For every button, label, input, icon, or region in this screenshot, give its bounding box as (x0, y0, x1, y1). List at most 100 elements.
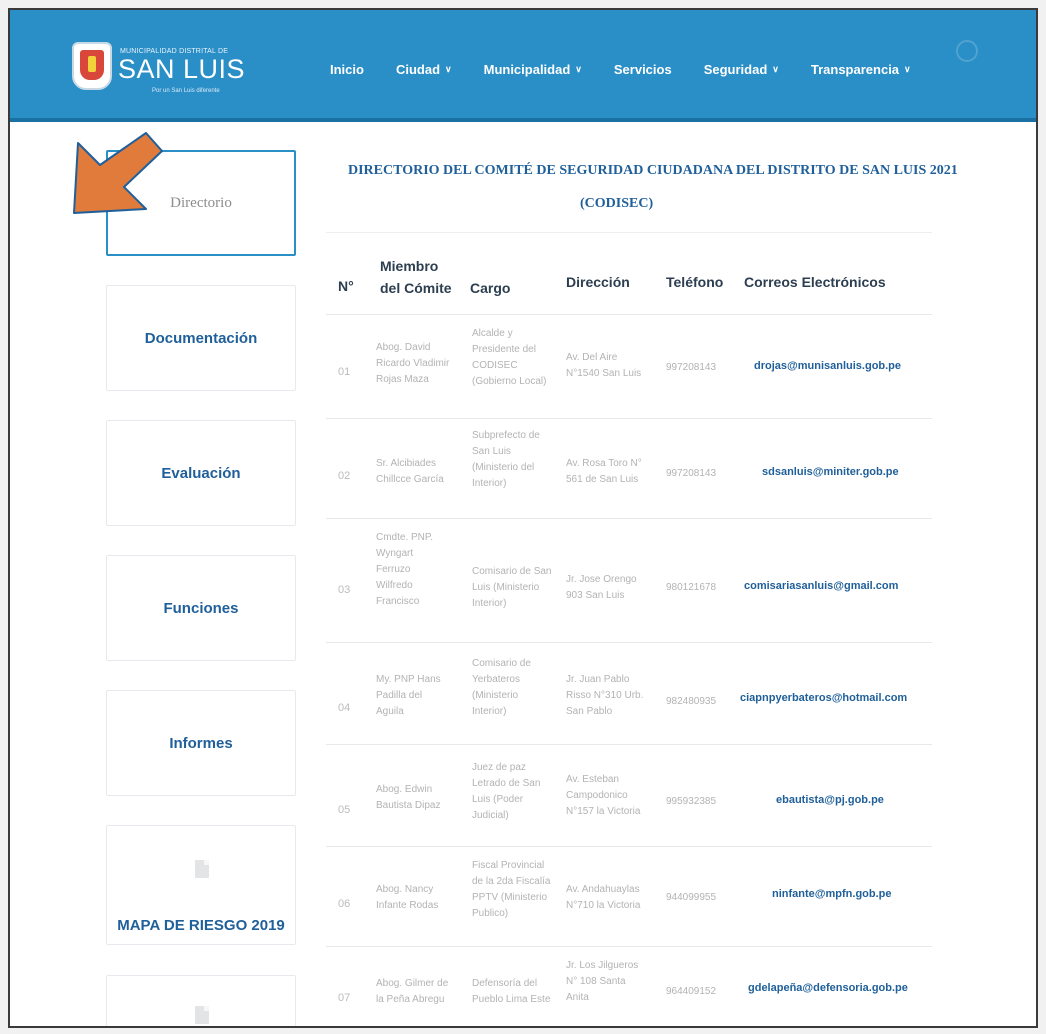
cell-line: 561 de San Luis (566, 474, 639, 485)
logo-name: SAN LUIS (118, 54, 246, 84)
cell-line: N°710 la Victoria (566, 900, 641, 911)
row-divider (326, 946, 932, 947)
cell-direccion: Av. Esteban Campodonico N°157 la Victori… (566, 772, 640, 820)
cell-line: Aguila (376, 706, 404, 717)
cell-member: My. PNP Hans Padilla del Aguila (376, 672, 441, 720)
sidebar-item-label: MAPA DE RIESGO 2019 (117, 917, 285, 934)
nav-item-ciudad[interactable]: Ciudad ∨ (396, 62, 452, 77)
cell-line: Wyngart (376, 548, 414, 559)
cell-member: Abog. David Ricardo Vladimir Rojas Maza (376, 340, 449, 388)
row-divider (326, 314, 932, 315)
page-title: DIRECTORIO DEL COMITÉ DE SEGURIDAD CIUDA… (348, 163, 958, 178)
cell-line: Yerbateros (472, 674, 520, 685)
cell-line: Padilla del (376, 690, 423, 701)
sidebar-item-label: Documentación (144, 329, 258, 347)
cell-line: My. PNP Hans (376, 674, 441, 685)
cell-telefono: 997208143 (666, 468, 717, 479)
nav-item-transparencia[interactable]: Transparencia ∨ (811, 62, 911, 77)
cell-member: Abog. Nancy Infante Rodas (376, 882, 438, 914)
cell-email[interactable]: ninfante@mpfn.gob.pe (772, 886, 892, 902)
cell-line: Abog. Edwin (376, 784, 433, 795)
cell-cargo: Comisario de San Luis (Ministerio Interi… (472, 564, 551, 612)
cell-num: 06 (338, 898, 351, 910)
cell-line: Ferruzo (376, 564, 411, 575)
header-correos: Correos Electrónicos (744, 274, 886, 290)
cell-line: Presidente del (472, 344, 536, 355)
cell-cargo: Alcalde y Presidente del CODISEC (Gobier… (472, 326, 546, 390)
cell-line: Alcalde y (472, 328, 513, 339)
cell-line: Jr. Jose Orengo (566, 574, 637, 585)
sidebar-item-evaluacion[interactable]: Evaluación (106, 420, 296, 526)
sidebar-item-mapa-de-riesgo[interactable]: MAPA DE RIESGO 2019 (106, 825, 296, 945)
cell-telefono: 944099955 (666, 892, 717, 903)
cell-email[interactable]: drojas@munisanluis.gob.pe (754, 358, 901, 374)
cell-member: Abog. Gilmer de la Peña Abregu (376, 976, 448, 1008)
nav-label: Municipalidad (483, 62, 571, 77)
sidebar-item-documentacion[interactable]: Documentación (106, 285, 296, 391)
cell-line: Sr. Alcibiades (376, 458, 437, 469)
cell-member: Abog. Edwin Bautista Dipaz (376, 782, 440, 814)
cell-telefono: 995932385 (666, 796, 717, 807)
cell-line: Jr. Juan Pablo (566, 674, 630, 685)
cell-email[interactable]: ebautista@pj.gob.pe (776, 792, 884, 808)
cell-direccion: Jr. Los Jilgueros N° 108 Santa Anita (566, 958, 638, 1006)
nav-item-servicios[interactable]: Servicios (614, 62, 672, 77)
cell-direccion: Av. Del Aire N°1540 San Luis (566, 350, 641, 382)
cell-line: Jr. Los Jilgueros (566, 960, 639, 971)
cell-line: Abog. Nancy (376, 884, 434, 895)
cell-line: (Gobierno Local) (472, 376, 547, 387)
main-nav: Inicio Ciudad ∨ Municipalidad ∨ Servicios … (330, 62, 943, 77)
sidebar-item-label: Informes (169, 734, 233, 752)
cell-line: San Pablo (566, 706, 613, 717)
cell-line: Luis (Poder (472, 794, 524, 805)
cell-line: Cmdte. PNP. (376, 532, 434, 543)
sidebar-item-label: Evaluación (161, 464, 241, 482)
chevron-down-icon: ∨ (445, 64, 452, 74)
sidebar-item-funciones[interactable]: Funciones (106, 555, 296, 661)
cell-line: Pueblo Lima Este (472, 994, 551, 1005)
cell-line: Abog. Gilmer de (376, 978, 449, 989)
cell-email[interactable]: comisariasanluis@gmail.com (744, 578, 898, 594)
row-divider (326, 846, 932, 847)
cell-num: 05 (338, 804, 351, 816)
cell-line: Chillcce García (376, 474, 444, 485)
cell-line: Interior) (472, 478, 507, 489)
cell-line: N°157 la Victoria (566, 806, 641, 817)
cell-direccion: Jr. Juan Pablo Risso N°310 Urb. San Pabl… (566, 672, 643, 720)
nav-label: Inicio (330, 62, 364, 77)
cell-email[interactable]: sdsanluis@miniter.gob.pe (762, 464, 899, 480)
sidebar-item-more[interactable] (106, 975, 296, 1026)
header-cargo: Cargo (470, 280, 511, 296)
cell-line: Bautista Dipaz (376, 800, 441, 811)
cell-email[interactable]: ciapnpyerbateros@hotmail.com (740, 690, 907, 706)
nav-item-inicio[interactable]: Inicio (330, 62, 364, 77)
cell-email[interactable]: gdelapeña@defensoria.gob.pe (748, 980, 908, 996)
cell-line: Wilfredo (376, 580, 413, 591)
cell-member: Sr. Alcibiades Chillcce García (376, 456, 444, 488)
chevron-down-icon: ∨ (904, 64, 911, 74)
cell-line: Risso N°310 Urb. (566, 690, 644, 701)
cell-num: 07 (338, 992, 351, 1004)
nav-item-municipalidad[interactable]: Municipalidad ∨ (484, 62, 582, 77)
cell-line: Luis (Ministerio (472, 582, 540, 593)
cell-num: 01 (338, 366, 351, 378)
site-logo[interactable]: MUNICIPALIDAD DISTRITAL DE SAN LUIS Por … (72, 40, 245, 98)
cell-num: 04 (338, 702, 351, 714)
row-divider (326, 518, 932, 519)
cell-line: Abog. David (376, 342, 431, 353)
cell-line: Francisco (376, 596, 420, 607)
nav-item-seguridad[interactable]: Seguridad ∨ (704, 62, 779, 77)
cell-cargo: Comisario de Yerbateros (Ministerio Inte… (472, 656, 531, 720)
cell-line: Rojas Maza (376, 374, 429, 385)
cell-line: San Luis (472, 446, 511, 457)
cell-member: Cmdte. PNP. Wyngart Ferruzo Wilfredo Fra… (376, 530, 433, 610)
document-icon (195, 1006, 209, 1024)
search-icon[interactable] (956, 40, 978, 62)
cell-line: N°1540 San Luis (566, 368, 642, 379)
divider (326, 232, 932, 233)
nav-label: Seguridad (703, 62, 768, 77)
page-subtitle: (CODISEC) (580, 196, 654, 211)
cell-line: Ricardo Vladimir (376, 358, 450, 369)
nav-label: Ciudad (395, 62, 441, 77)
sidebar-item-informes[interactable]: Informes (106, 690, 296, 796)
